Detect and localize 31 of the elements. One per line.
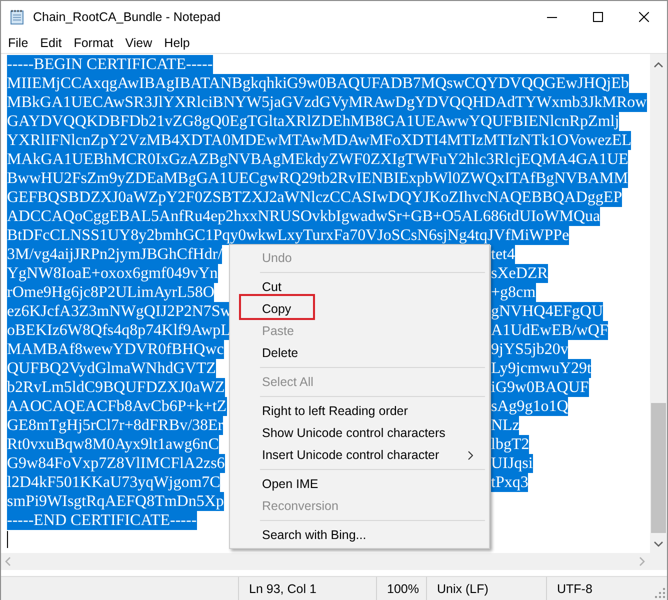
close-icon [639, 12, 649, 22]
status-text: UTF-8 [546, 577, 652, 600]
status-text: Unix (LF) [426, 577, 546, 600]
status-text: 100% [376, 577, 426, 600]
window-title: Chain_RootCA_Bundle - Notepad [33, 10, 222, 24]
chevron-right-icon [468, 451, 473, 460]
menu-item[interactable]: Edit [34, 34, 68, 52]
menu-item[interactable]: Insert Unicode control character [232, 444, 487, 466]
menu-item[interactable]: Delete [232, 342, 487, 364]
vertical-scrollbar[interactable] [650, 54, 667, 553]
scroll-left-icon[interactable] [5, 557, 11, 566]
menu-item[interactable]: Help [158, 34, 196, 52]
notepad-icon [9, 8, 25, 24]
maximize-icon [593, 12, 603, 22]
resize-grip-icon [655, 588, 665, 598]
scroll-right-icon[interactable] [639, 557, 645, 566]
menu-item[interactable]: Show Unicode control characters [232, 422, 487, 444]
menu-item[interactable]: Copy [232, 298, 487, 320]
menu-item[interactable]: View [119, 34, 158, 52]
horizontal-scrollbar[interactable] [1, 553, 667, 570]
menu-item[interactable]: Open IME [232, 473, 487, 495]
scrollbar-thumb[interactable] [651, 403, 666, 533]
text-cursor [7, 531, 8, 548]
menu-item[interactable]: Cut [232, 276, 487, 298]
scroll-down-icon[interactable] [654, 541, 663, 547]
status-text: Ln 93, Col 1 [238, 577, 376, 600]
menu-item[interactable]: File [2, 34, 34, 52]
menu-item[interactable]: Format [68, 34, 120, 52]
scroll-up-icon[interactable] [654, 62, 663, 68]
menu-item[interactable]: Search with Bing... [232, 524, 487, 546]
menu-item[interactable]: Right to left Reading order [232, 400, 487, 422]
